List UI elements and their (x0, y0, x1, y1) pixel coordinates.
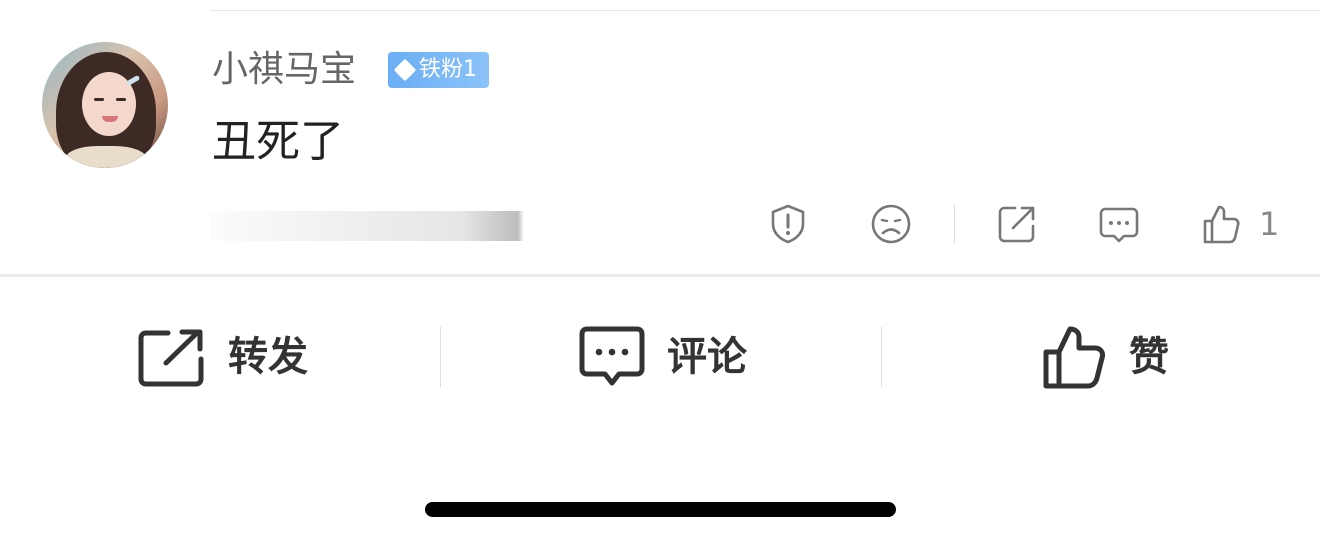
fan-badge-label: 铁粉1 (419, 57, 477, 82)
fan-badge[interactable]: 铁粉1 (388, 52, 489, 88)
top-divider (210, 10, 1320, 11)
like-count: 1 (1259, 205, 1280, 243)
home-indicator[interactable] (425, 502, 896, 517)
username[interactable]: 小祺马宝 (212, 47, 356, 93)
report-button[interactable] (766, 202, 810, 246)
like-button[interactable] (1199, 202, 1243, 246)
shield-exclamation-icon (771, 204, 805, 244)
sad-face-icon (871, 204, 911, 244)
bottom-action-bar: 转发 评论 赞 (0, 277, 1320, 437)
action-divider (954, 205, 955, 243)
comment-text: 丑死了 (212, 116, 344, 167)
like-bottom-button[interactable]: 赞 (1041, 325, 1169, 389)
share-button[interactable] (995, 202, 1039, 246)
blurred-timestamp (210, 211, 524, 241)
share-icon (998, 206, 1035, 243)
bar-divider (881, 327, 882, 387)
comment-label: 评论 (667, 334, 747, 380)
thumbs-up-icon (1043, 326, 1105, 389)
diamond-icon (393, 58, 417, 82)
comment-icon (1099, 207, 1139, 243)
repost-button[interactable]: 转发 (138, 325, 308, 389)
repost-label: 转发 (228, 334, 308, 380)
reply-button[interactable] (1097, 202, 1141, 246)
comment-icon (579, 326, 645, 386)
comment-button[interactable]: 评论 (579, 325, 747, 389)
thumbs-up-icon (1203, 205, 1240, 244)
bar-divider (440, 327, 441, 387)
avatar[interactable] (42, 42, 168, 168)
comment-detail-screen: 小祺马宝 铁粉1 丑死了 1 转发 评论 赞 (0, 0, 1320, 541)
like-label: 赞 (1129, 334, 1169, 380)
share-icon (138, 329, 204, 387)
dislike-button[interactable] (869, 202, 913, 246)
